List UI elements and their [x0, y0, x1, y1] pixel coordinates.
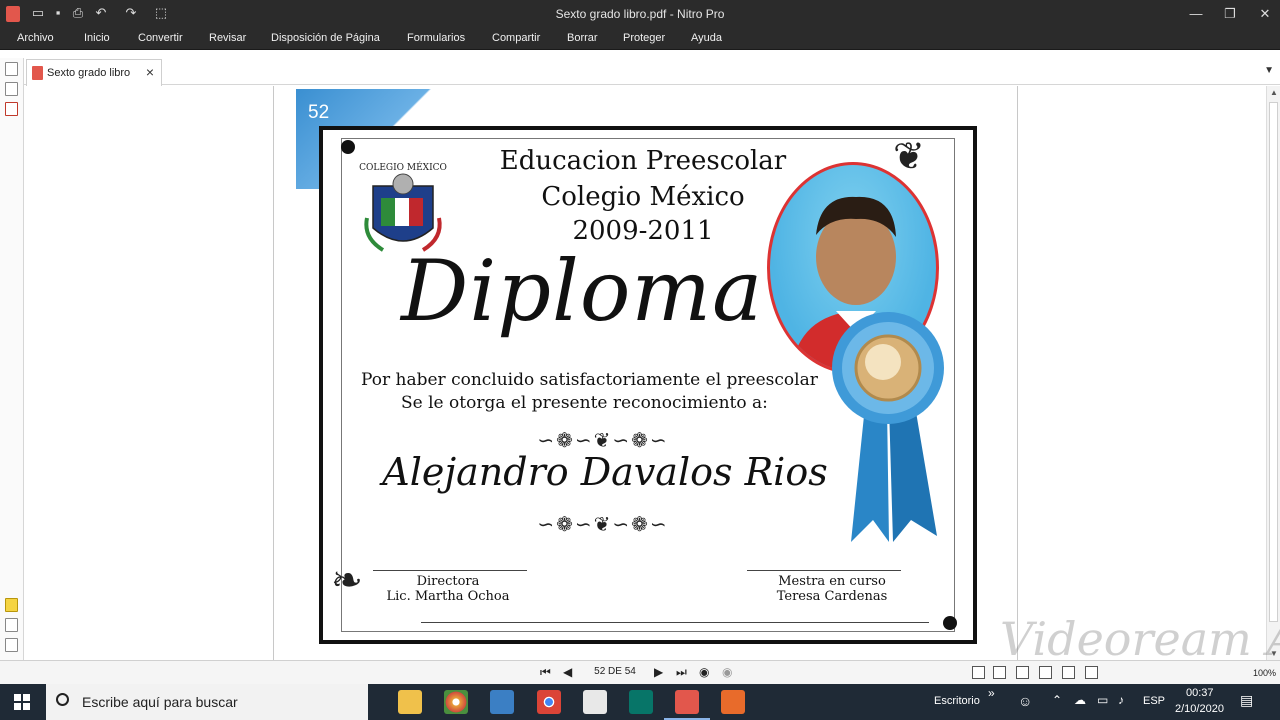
tab-sexto-grado-libro[interactable]: Sexto grado libro × [26, 59, 162, 86]
award-reason-text: Por haber concluido satisfactoriamente e… [361, 370, 818, 390]
menu-revisar[interactable]: Revisar [209, 32, 246, 44]
windows-start-icon[interactable] [14, 694, 30, 710]
output-panel-icon[interactable] [5, 638, 18, 652]
zoom-level[interactable]: 100% [1253, 668, 1276, 678]
corner-ornament: ❧ [331, 558, 363, 602]
clock-time[interactable]: 00:37 [1186, 687, 1214, 699]
scroll-up-icon[interactable]: ▲ [1270, 88, 1278, 97]
menu-bar: Archivo Inicio Convertir Revisar Disposi… [0, 28, 1280, 50]
desktop-toolbar-label[interactable]: Escritorio [934, 695, 980, 707]
search-placeholder: Escribe aquí para buscar [82, 694, 238, 710]
menu-formularios[interactable]: Formularios [407, 32, 465, 44]
search-panel-icon[interactable] [5, 82, 18, 96]
fit-width-icon[interactable] [1062, 666, 1075, 679]
clock-date[interactable]: 2/10/2020 [1175, 703, 1224, 715]
scroll-thumb[interactable] [1269, 102, 1278, 622]
award-grant-text: Se le otorga el presente reconocimiento … [401, 393, 768, 413]
windows-taskbar: Escribe aquí para buscar Escritorio » ☺ … [0, 684, 1280, 720]
menu-archivo[interactable]: Archivo [17, 32, 54, 44]
last-page-icon[interactable]: ⏭ [676, 665, 687, 680]
award-ribbon-icon [832, 312, 944, 542]
heading-school: Colegio México [541, 182, 745, 212]
left-panel-strip [0, 58, 24, 660]
flourish-ornament: ∽❁∽❦∽❁∽ [537, 428, 669, 452]
publisher-icon[interactable] [629, 690, 653, 714]
heading-education: Educacion Preescolar [499, 146, 787, 176]
corner-ornament: ❦ [893, 134, 925, 178]
forward-view-icon[interactable]: ◉ [722, 665, 732, 679]
battery-icon[interactable]: ▭ [1097, 693, 1108, 707]
restore-icon[interactable]: ❐ [1215, 4, 1245, 24]
taskbar-search-box[interactable]: Escribe aquí para buscar [46, 684, 368, 720]
tab-label: Sexto grado libro [47, 67, 131, 79]
diploma-title: Diploma [401, 242, 764, 340]
svg-text:COLEGIO MÉXICO: COLEGIO MÉXICO [359, 161, 447, 173]
signature-line [373, 570, 527, 571]
chrome-canary-icon[interactable] [444, 690, 468, 714]
single-page-view-icon[interactable] [972, 666, 985, 679]
first-page-icon[interactable]: ⏮ [540, 665, 551, 680]
bottom-rule [421, 622, 929, 623]
presentation-icon[interactable] [721, 690, 745, 714]
menu-proteger[interactable]: Proteger [623, 32, 665, 44]
menu-inicio[interactable]: Inicio [84, 32, 110, 44]
language-indicator[interactable]: ESP [1143, 695, 1165, 707]
calendar-icon[interactable] [583, 690, 607, 714]
tab-list-dropdown-icon[interactable]: ▼ [1264, 65, 1274, 76]
corner-dot [341, 140, 355, 154]
grid-view-icon[interactable] [1039, 666, 1052, 679]
vertical-scrollbar[interactable]: ▲ ▼ [1266, 86, 1280, 660]
file-explorer-icon[interactable] [398, 690, 422, 714]
close-icon[interactable]: ✕ [1250, 4, 1280, 24]
network-icon[interactable]: ☁ [1074, 693, 1086, 707]
nitro-icon[interactable] [675, 690, 699, 714]
previous-page-icon[interactable]: ◀ [563, 665, 572, 679]
comments-panel-icon[interactable] [5, 598, 18, 612]
bookmarks-panel-icon[interactable] [5, 102, 18, 116]
video-watermark: Videoream APPS [1000, 612, 1280, 666]
search-icon [56, 693, 69, 706]
recipient-name: Alejandro Davalos Rios [382, 450, 828, 494]
facing-view-icon[interactable] [1016, 666, 1029, 679]
continuous-view-icon[interactable] [993, 666, 1006, 679]
diploma-certificate: ❦ ❧ COLEGIO MÉXICO Educacion Preescolar … [319, 126, 977, 644]
title-bar: ▭ ▪ ⎙ ↶ ↷ ⬚ Sexto grado libro.pdf - Nitr… [0, 0, 1280, 28]
corner-dot [943, 616, 957, 630]
page-indicator[interactable]: 52 DE 54 [584, 666, 646, 677]
chrome-icon[interactable] [537, 690, 561, 714]
flourish-ornament: ∽❁∽❦∽❁∽ [537, 512, 669, 536]
document-tab-row: Sexto grado libro × ▼ [24, 58, 1280, 86]
window-title: Sexto grado libro.pdf - Nitro Pro [555, 7, 725, 21]
pages-panel-icon[interactable] [5, 62, 18, 76]
menu-compartir[interactable]: Compartir [492, 32, 540, 44]
minimize-icon[interactable]: — [1181, 4, 1211, 24]
signature-name: Teresa Cardenas [776, 589, 888, 604]
back-view-icon[interactable]: ◉ [699, 665, 709, 679]
fit-page-icon[interactable] [1085, 666, 1098, 679]
menu-borrar[interactable]: Borrar [567, 32, 598, 44]
pdf-file-icon [32, 66, 43, 80]
page-number-badge: 52 [308, 102, 330, 123]
menu-ayuda[interactable]: Ayuda [691, 32, 722, 44]
signature-role: Mestra en curso [778, 574, 886, 589]
tray-chevron-icon[interactable]: ⌃ [1052, 693, 1062, 707]
tab-close-icon[interactable]: × [146, 64, 154, 80]
signature-role: Directora [416, 574, 480, 589]
signature-line [747, 570, 901, 571]
people-icon[interactable]: ☺ [1018, 693, 1032, 709]
attachments-panel-icon[interactable] [5, 618, 18, 632]
notifications-icon[interactable]: ▤ [1240, 692, 1253, 709]
volume-icon[interactable]: ♪ [1118, 693, 1124, 707]
menu-disposicion[interactable]: Disposición de Página [271, 32, 380, 44]
photos-icon[interactable] [490, 690, 514, 714]
toolbar-overflow-icon[interactable]: » [988, 686, 995, 700]
signature-name: Lic. Martha Ochoa [386, 589, 510, 604]
next-page-icon[interactable]: ▶ [654, 665, 663, 679]
menu-convertir[interactable]: Convertir [138, 32, 183, 44]
